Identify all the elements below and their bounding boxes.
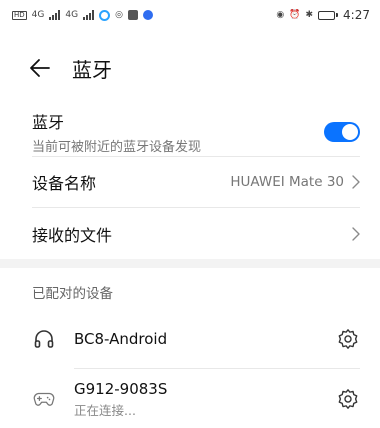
device-name-value: HUAWEI Mate 30	[230, 174, 344, 190]
chevron-right-icon	[352, 175, 360, 189]
network-type-left: 4G	[31, 10, 45, 20]
app-notification-icon-2	[127, 10, 138, 20]
device-settings-button[interactable]	[336, 327, 360, 351]
bluetooth-row-title: 蓝牙	[32, 113, 65, 132]
device-text: G912-9083S 正在连接...	[74, 380, 336, 419]
page-header: 蓝牙	[0, 42, 380, 94]
status-bar: HD 4G 4G ◎ ◉ ⏰ ✱ 4:27	[0, 0, 380, 30]
device-name-title: 设备名称	[32, 174, 97, 193]
device-name: BC8-Android	[74, 330, 168, 348]
sim-card-icon: HD	[12, 10, 27, 20]
device-name-row[interactable]: 设备名称 HUAWEI Mate 30	[32, 157, 360, 207]
device-text: BC8-Android	[74, 330, 336, 348]
paired-devices-label: 已配对的设备	[32, 286, 113, 302]
device-connection-status: 正在连接...	[74, 402, 136, 418]
bluetooth-toggle[interactable]	[324, 122, 360, 142]
app-notification-icon	[99, 9, 111, 21]
bluetooth-row-text: 蓝牙 当前可被附近的蓝牙设备发现	[32, 109, 201, 155]
signal-strength-icon	[49, 10, 61, 20]
device-name-value-group: HUAWEI Mate 30	[230, 174, 360, 190]
gear-icon	[338, 329, 358, 349]
alarm-icon: ⏰	[289, 10, 301, 20]
device-name: G912-9083S	[74, 379, 168, 398]
paired-device-item[interactable]: G912-9083S 正在连接...	[32, 376, 360, 422]
paired-device-item[interactable]: BC8-Android	[32, 318, 360, 360]
bluetooth-status-icon: ✱	[305, 10, 314, 20]
gear-icon	[338, 389, 358, 409]
headphones-icon	[32, 327, 56, 351]
battery-icon	[318, 10, 339, 20]
divider	[74, 368, 360, 369]
chevron-right-icon	[352, 226, 360, 241]
section-separator	[0, 259, 380, 268]
received-files-title: 接收的文件	[32, 225, 113, 245]
toggle-knob	[342, 124, 358, 140]
device-settings-button[interactable]	[336, 387, 360, 411]
app-notification-icon-3	[142, 10, 153, 20]
eye-comfort-icon: ◉	[276, 10, 285, 20]
status-time: 4:27	[343, 8, 370, 22]
back-button[interactable]	[22, 50, 58, 86]
bluetooth-row-subtitle: 当前可被附近的蓝牙设备发现	[32, 140, 202, 155]
status-right-icons: ◉ ⏰ ✱ 4:27	[276, 8, 370, 22]
back-arrow-icon	[30, 59, 50, 77]
received-files-row[interactable]: 接收的文件	[32, 208, 360, 259]
bluetooth-row[interactable]: 蓝牙 当前可被附近的蓝牙设备发现	[32, 108, 360, 156]
signal-strength-icon-2	[83, 10, 95, 20]
status-left-icons: HD 4G 4G ◎	[12, 9, 153, 21]
network-type-right: 4G	[65, 10, 79, 20]
nfc-icon: ◎	[115, 10, 123, 20]
gamepad-icon	[32, 387, 56, 411]
page-title: 蓝牙	[72, 57, 112, 82]
